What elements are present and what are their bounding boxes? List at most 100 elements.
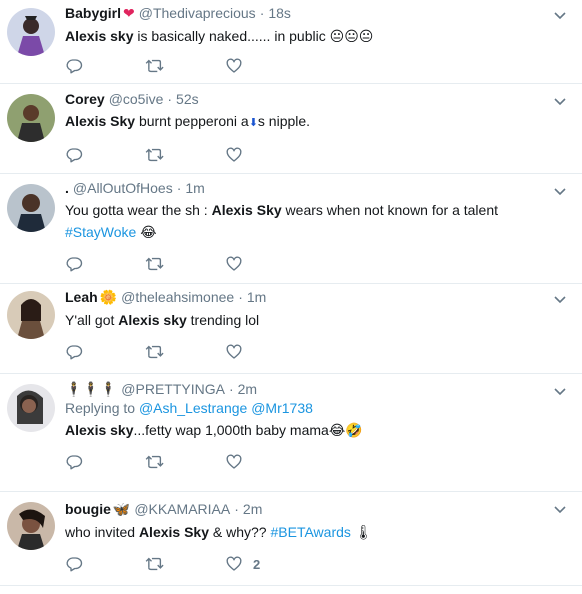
tweet[interactable]: 🕴🕴🕴 @PRETTYINGA · 2m Replying to @Ash_Le…: [0, 374, 582, 492]
retweet-button[interactable]: [145, 343, 225, 361]
avatar[interactable]: [7, 384, 55, 432]
retweet-icon: [145, 557, 164, 571]
reply-button[interactable]: [65, 343, 145, 361]
reply-button[interactable]: [65, 57, 145, 75]
timestamp[interactable]: 2m: [243, 501, 262, 517]
tweet-actions: [65, 254, 570, 274]
heart-icon: [226, 344, 242, 359]
retweet-icon: [145, 59, 164, 73]
like-button[interactable]: [225, 57, 305, 75]
reply-button[interactable]: [65, 453, 145, 471]
tweet-header: Babygirl ❤ @Thedivaprecious · 18s: [65, 5, 570, 22]
tweet-menu-button[interactable]: [552, 94, 568, 110]
like-button[interactable]: [225, 453, 305, 471]
tweet-menu-button[interactable]: [552, 8, 568, 24]
display-name[interactable]: .: [65, 180, 69, 196]
separator-dot: ·: [176, 180, 182, 196]
tweet-menu-button[interactable]: [552, 384, 568, 400]
text-emoji: 🌡: [354, 524, 373, 540]
text-plain: & why??: [209, 524, 271, 540]
retweet-button[interactable]: [145, 255, 225, 273]
chevron-down-icon: [554, 388, 566, 396]
user-handle[interactable]: @theleahsimonee: [121, 289, 234, 305]
reply-button[interactable]: [65, 146, 145, 164]
tweet[interactable]: bougie 🦋 @KKAMARIAA · 2m who invited Ale…: [0, 492, 582, 586]
text-bold: Alexis Sky: [65, 113, 136, 129]
avatar[interactable]: [7, 184, 55, 232]
text-bold: Alexis sky: [118, 312, 187, 328]
display-name[interactable]: 🕴🕴🕴: [65, 381, 117, 398]
timestamp[interactable]: 1m: [185, 180, 204, 196]
user-handle[interactable]: @AllOutOfHoes: [73, 180, 173, 196]
name-emoji: ❤: [123, 5, 135, 21]
timestamp[interactable]: 1m: [247, 289, 266, 305]
tweet-menu-button[interactable]: [552, 184, 568, 200]
avatar[interactable]: [7, 291, 55, 339]
like-button[interactable]: 2: [225, 555, 305, 573]
display-name[interactable]: Babygirl: [65, 5, 121, 21]
user-handle[interactable]: @PRETTYINGA: [121, 381, 225, 397]
chevron-down-icon: [554, 506, 566, 514]
tweet-text: who invited Alexis Sky & why?? #BETAward…: [65, 522, 570, 542]
like-button[interactable]: [225, 343, 305, 361]
display-name[interactable]: bougie: [65, 501, 111, 517]
user-handle[interactable]: @Thedivaprecious: [139, 5, 256, 21]
tweet-menu-button[interactable]: [552, 292, 568, 308]
heart-icon: [226, 256, 242, 271]
avatar[interactable]: [7, 94, 55, 142]
separator-dot: ·: [259, 5, 265, 21]
text-bold: Alexis sky: [65, 28, 134, 44]
text-bold: Alexis sky: [65, 422, 134, 438]
tweet[interactable]: Leah 🌼 @theleahsimonee · 1m Y'all got Al…: [0, 284, 582, 374]
reply-icon: [66, 345, 83, 360]
like-count: 2: [253, 556, 261, 572]
tweet[interactable]: . @AllOutOfHoes · 1m You gotta wear the …: [0, 174, 582, 284]
tweet-header: bougie 🦋 @KKAMARIAA · 2m: [65, 501, 570, 518]
retweet-icon: [145, 257, 164, 271]
tweet-text: You gotta wear the sh : Alexis Sky wears…: [65, 200, 570, 220]
text-plain: You gotta wear the sh :: [65, 202, 212, 218]
timestamp[interactable]: 2m: [238, 381, 257, 397]
like-button[interactable]: [225, 255, 305, 273]
separator-dot: ·: [167, 91, 173, 107]
hashtag-link[interactable]: #StayWoke: [65, 224, 136, 240]
timestamp[interactable]: 18s: [268, 5, 291, 21]
tweet-text: Alexis sky is basically naked...... in p…: [65, 26, 570, 46]
chevron-down-icon: [554, 98, 566, 106]
replying-to-label: Replying to: [65, 400, 136, 416]
hashtag-link[interactable]: #BETAwards: [270, 524, 350, 540]
like-button[interactable]: [225, 146, 305, 164]
tweet-actions: [65, 56, 570, 76]
text-emoji: 😂: [140, 224, 157, 240]
avatar[interactable]: [7, 8, 55, 56]
display-name[interactable]: Corey: [65, 91, 105, 107]
reply-button[interactable]: [65, 555, 145, 573]
tweet-actions: [65, 452, 570, 472]
heart-icon: [226, 58, 242, 73]
separator-dot: ·: [234, 501, 239, 517]
retweet-button[interactable]: [145, 57, 225, 75]
reply-icon: [66, 148, 83, 163]
tweet-menu-button[interactable]: [552, 502, 568, 518]
tweet[interactable]: Corey @co5ive · 52s Alexis Sky burnt pep…: [0, 84, 582, 174]
separator-dot: ·: [238, 289, 243, 305]
replying-to-users[interactable]: @Ash_Lestrange @Mr1738: [139, 400, 313, 416]
display-name[interactable]: Leah: [65, 289, 98, 305]
avatar[interactable]: [7, 502, 55, 550]
user-handle[interactable]: @co5ive: [109, 91, 164, 107]
text-emoji: 😂🤣: [328, 422, 363, 438]
retweet-icon: [145, 455, 164, 469]
tweet[interactable]: Babygirl ❤ @Thedivaprecious · 18s Alexis…: [0, 0, 582, 84]
retweet-button[interactable]: [145, 146, 225, 164]
text-plain: ...fetty wap 1,000th baby mama: [133, 422, 329, 438]
tweet-actions: [65, 145, 570, 165]
timestamp[interactable]: 52s: [176, 91, 199, 107]
tweet-header: 🕴🕴🕴 @PRETTYINGA · 2m: [65, 381, 570, 398]
retweet-button[interactable]: [145, 555, 225, 573]
text-plain: s nipple.: [257, 113, 311, 129]
user-handle[interactable]: @KKAMARIAA: [134, 501, 230, 517]
reply-button[interactable]: [65, 255, 145, 273]
reply-icon: [66, 257, 83, 272]
replying-to: Replying to @Ash_Lestrange @Mr1738: [65, 400, 570, 416]
retweet-button[interactable]: [145, 453, 225, 471]
